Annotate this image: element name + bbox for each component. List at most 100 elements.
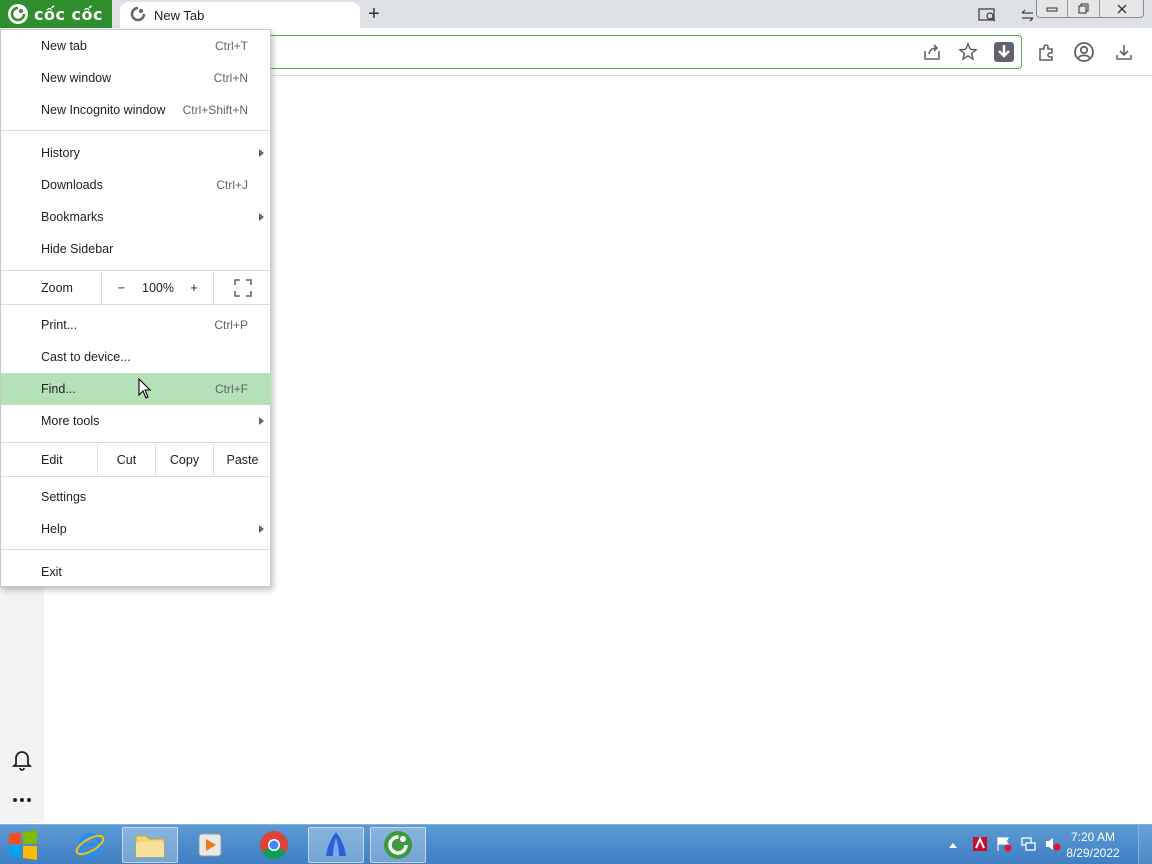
taskbar-chrome[interactable] bbox=[246, 827, 302, 863]
menu-item-print[interactable]: Print... Ctrl+P bbox=[1, 309, 271, 341]
savior-download-icon[interactable] bbox=[993, 41, 1015, 63]
copy-button[interactable]: Copy bbox=[155, 444, 213, 476]
menu-item-cast[interactable]: Cast to device... bbox=[1, 341, 271, 373]
zoom-out-button[interactable]: − bbox=[101, 272, 141, 304]
chrome-icon bbox=[260, 831, 288, 859]
menu-label: History bbox=[41, 146, 80, 160]
tab-new-tab[interactable]: New Tab bbox=[120, 2, 360, 28]
menu-item-more-tools[interactable]: More tools bbox=[1, 405, 271, 437]
menu-item-find[interactable]: Find... Ctrl+F bbox=[1, 373, 271, 405]
menu-item-exit[interactable]: Exit bbox=[1, 556, 271, 588]
coccoc-logo-icon bbox=[8, 4, 28, 24]
taskbar-coccoc[interactable] bbox=[370, 827, 426, 863]
menu-label: Hide Sidebar bbox=[41, 242, 114, 256]
submenu-arrow-icon bbox=[259, 149, 264, 157]
menu-label: New Incognito window bbox=[41, 103, 166, 117]
menu-shortcut: Ctrl+J bbox=[216, 178, 248, 192]
new-tab-button[interactable]: + bbox=[364, 2, 384, 26]
start-button[interactable] bbox=[0, 827, 46, 863]
folder-icon bbox=[135, 835, 165, 858]
menu-shortcut: Ctrl+N bbox=[213, 71, 248, 85]
windows-taskbar: 7:20 AM 8/29/2022 bbox=[0, 824, 1152, 864]
submenu-arrow-icon bbox=[259, 525, 264, 533]
action-center-flag-icon[interactable] bbox=[996, 836, 1012, 855]
menu-separator bbox=[1, 270, 271, 271]
submenu-arrow-icon bbox=[259, 417, 264, 425]
menu-item-downloads[interactable]: Downloads Ctrl+J bbox=[1, 169, 271, 201]
show-desktop-button[interactable] bbox=[1138, 825, 1152, 864]
menu-item-bookmarks[interactable]: Bookmarks bbox=[1, 201, 271, 233]
taskbar-file-explorer[interactable] bbox=[122, 827, 178, 863]
menu-label: Exit bbox=[41, 565, 62, 579]
menu-label: Help bbox=[41, 522, 67, 536]
submenu-arrow-icon bbox=[259, 213, 264, 221]
blue-app-icon bbox=[326, 832, 346, 856]
coccoc-menu-button[interactable]: cốc cốc bbox=[0, 0, 112, 28]
network-icon[interactable] bbox=[1020, 836, 1036, 855]
menu-label: New window bbox=[41, 71, 112, 85]
browser-main-menu: New tab Ctrl+T New window Ctrl+N New Inc… bbox=[0, 29, 271, 587]
edit-label: Edit bbox=[41, 453, 63, 467]
coccoc-tab-icon bbox=[130, 6, 146, 25]
menu-item-help[interactable]: Help bbox=[1, 513, 271, 545]
profile-avatar-icon[interactable] bbox=[1073, 41, 1095, 63]
clock-date: 8/29/2022 bbox=[1066, 846, 1120, 860]
taskbar-clock[interactable]: 7:20 AM 8/29/2022 bbox=[1058, 829, 1128, 861]
window-controls bbox=[1036, 0, 1144, 18]
taskbar-app-blue[interactable] bbox=[308, 827, 364, 863]
menu-row-edit: Edit Cut Copy Paste bbox=[1, 444, 271, 476]
cut-button[interactable]: Cut bbox=[97, 444, 155, 476]
menu-label: New tab bbox=[41, 39, 87, 53]
more-options-icon[interactable] bbox=[11, 789, 33, 811]
menu-label: Find... bbox=[41, 382, 76, 396]
menu-shortcut: Ctrl+P bbox=[214, 318, 248, 332]
menu-label: Cast to device... bbox=[41, 350, 131, 364]
address-bar[interactable] bbox=[230, 35, 1022, 69]
coccoc-taskbar-icon bbox=[384, 831, 412, 859]
menu-item-new-incognito-window[interactable]: New Incognito window Ctrl+Shift+N bbox=[1, 94, 271, 126]
menu-item-history[interactable]: History bbox=[1, 137, 271, 169]
show-hidden-icons-icon[interactable] bbox=[946, 841, 960, 849]
taskbar-internet-explorer[interactable] bbox=[62, 827, 118, 863]
tab-strip: cốc cốc New Tab + bbox=[0, 0, 1152, 28]
internet-explorer-icon bbox=[75, 833, 105, 857]
extensions-puzzle-icon[interactable] bbox=[1036, 41, 1058, 63]
menu-shortcut: Ctrl+F bbox=[215, 382, 248, 396]
menu-item-hide-sidebar[interactable]: Hide Sidebar bbox=[1, 233, 271, 265]
menu-separator bbox=[1, 130, 271, 131]
downloads-icon[interactable] bbox=[1113, 41, 1135, 63]
minimize-button[interactable] bbox=[1037, 0, 1067, 17]
notifications-bell-icon[interactable] bbox=[11, 749, 33, 771]
menu-separator bbox=[1, 549, 271, 550]
zoom-in-button[interactable]: + bbox=[175, 272, 213, 304]
zoom-label: Zoom bbox=[41, 281, 73, 295]
menu-item-new-window[interactable]: New window Ctrl+N bbox=[1, 62, 271, 94]
close-window-button[interactable] bbox=[1099, 0, 1143, 17]
tab-search-icon[interactable] bbox=[978, 6, 998, 24]
share-icon[interactable] bbox=[921, 41, 943, 63]
antivirus-tray-icon[interactable] bbox=[972, 836, 988, 855]
menu-label: More tools bbox=[41, 414, 100, 428]
menu-label: Downloads bbox=[41, 178, 103, 192]
brand-name: cốc cốc bbox=[34, 4, 103, 24]
menu-separator bbox=[1, 442, 271, 443]
bookmark-star-icon[interactable] bbox=[957, 41, 979, 63]
windows-logo-icon bbox=[9, 830, 37, 860]
sync-arrows-icon[interactable] bbox=[1018, 6, 1038, 24]
menu-separator bbox=[1, 476, 271, 477]
menu-label: Bookmarks bbox=[41, 210, 104, 224]
tab-title: New Tab bbox=[154, 7, 205, 23]
fullscreen-icon bbox=[233, 279, 252, 297]
menu-item-settings[interactable]: Settings bbox=[1, 481, 271, 513]
taskbar-media-player[interactable] bbox=[182, 827, 238, 863]
menu-separator bbox=[1, 304, 271, 305]
menu-shortcut: Ctrl+T bbox=[215, 39, 248, 53]
restore-button[interactable] bbox=[1067, 0, 1099, 17]
menu-item-new-tab[interactable]: New tab Ctrl+T bbox=[1, 30, 271, 62]
paste-button[interactable]: Paste bbox=[213, 444, 271, 476]
menu-shortcut: Ctrl+Shift+N bbox=[182, 103, 248, 117]
fullscreen-button[interactable] bbox=[213, 272, 271, 304]
menu-label: Settings bbox=[41, 490, 87, 504]
mouse-pointer-icon bbox=[138, 377, 152, 400]
menu-row-zoom: Zoom − 100% + bbox=[1, 272, 271, 304]
